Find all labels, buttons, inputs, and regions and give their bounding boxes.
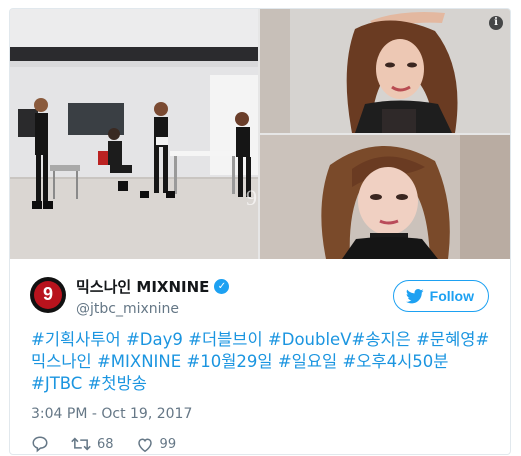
avatar-text: 9 (42, 284, 53, 304)
media-photo-portrait-arm-raised[interactable]: i (260, 9, 510, 133)
tweet-timestamp[interactable]: 3:04 PM - Oct 19, 2017 (31, 406, 192, 422)
like-count: 99 (159, 436, 177, 452)
author-display-name[interactable]: 믹스나인 MIXNINE (76, 276, 209, 297)
like-action[interactable]: 99 (136, 436, 177, 453)
media-grid: 9 i (10, 9, 510, 259)
retweet-count: 68 (97, 436, 114, 452)
twitter-bird-icon (405, 288, 424, 303)
author-handle[interactable]: @jtbc_mixnine (76, 301, 229, 317)
verified-badge-icon: ✓ (214, 279, 230, 294)
svg-text:9: 9 (246, 185, 257, 210)
tweet-card: 9 i 9 믹스나인 MIXNINE ✓ @jtbc_mixnine Follo… (9, 8, 511, 455)
author-names: 믹스나인 MIXNINE ✓ @jtbc_mixnine (76, 276, 230, 317)
author-display-name-row[interactable]: 믹스나인 MIXNINE ✓ (76, 276, 230, 297)
tweet-actions: 68 99 (31, 435, 176, 453)
tweet-text[interactable]: #기획사투어 #Day9 #더블브이 #DoubleV#송지은 #문혜영#믹스나… (31, 329, 493, 395)
media-photo-dance-practice[interactable]: 9 (10, 9, 258, 259)
info-icon[interactable]: i (489, 16, 503, 30)
tweet-header: 9 믹스나인 MIXNINE ✓ @jtbc_mixnine Follow (10, 259, 510, 321)
follow-button[interactable]: Follow (392, 280, 489, 312)
reply-action[interactable] (31, 435, 49, 453)
media-photo-portrait-closeup[interactable] (260, 135, 510, 259)
retweet-icon (71, 437, 91, 451)
follow-label: Follow (429, 288, 474, 304)
reply-icon (32, 436, 48, 453)
retweet-action[interactable]: 68 (71, 435, 114, 453)
avatar[interactable]: 9 (30, 277, 66, 313)
like-icon (137, 437, 152, 452)
tweet-body: 9 믹스나인 MIXNINE ✓ @jtbc_mixnine Follow #기… (10, 259, 510, 453)
